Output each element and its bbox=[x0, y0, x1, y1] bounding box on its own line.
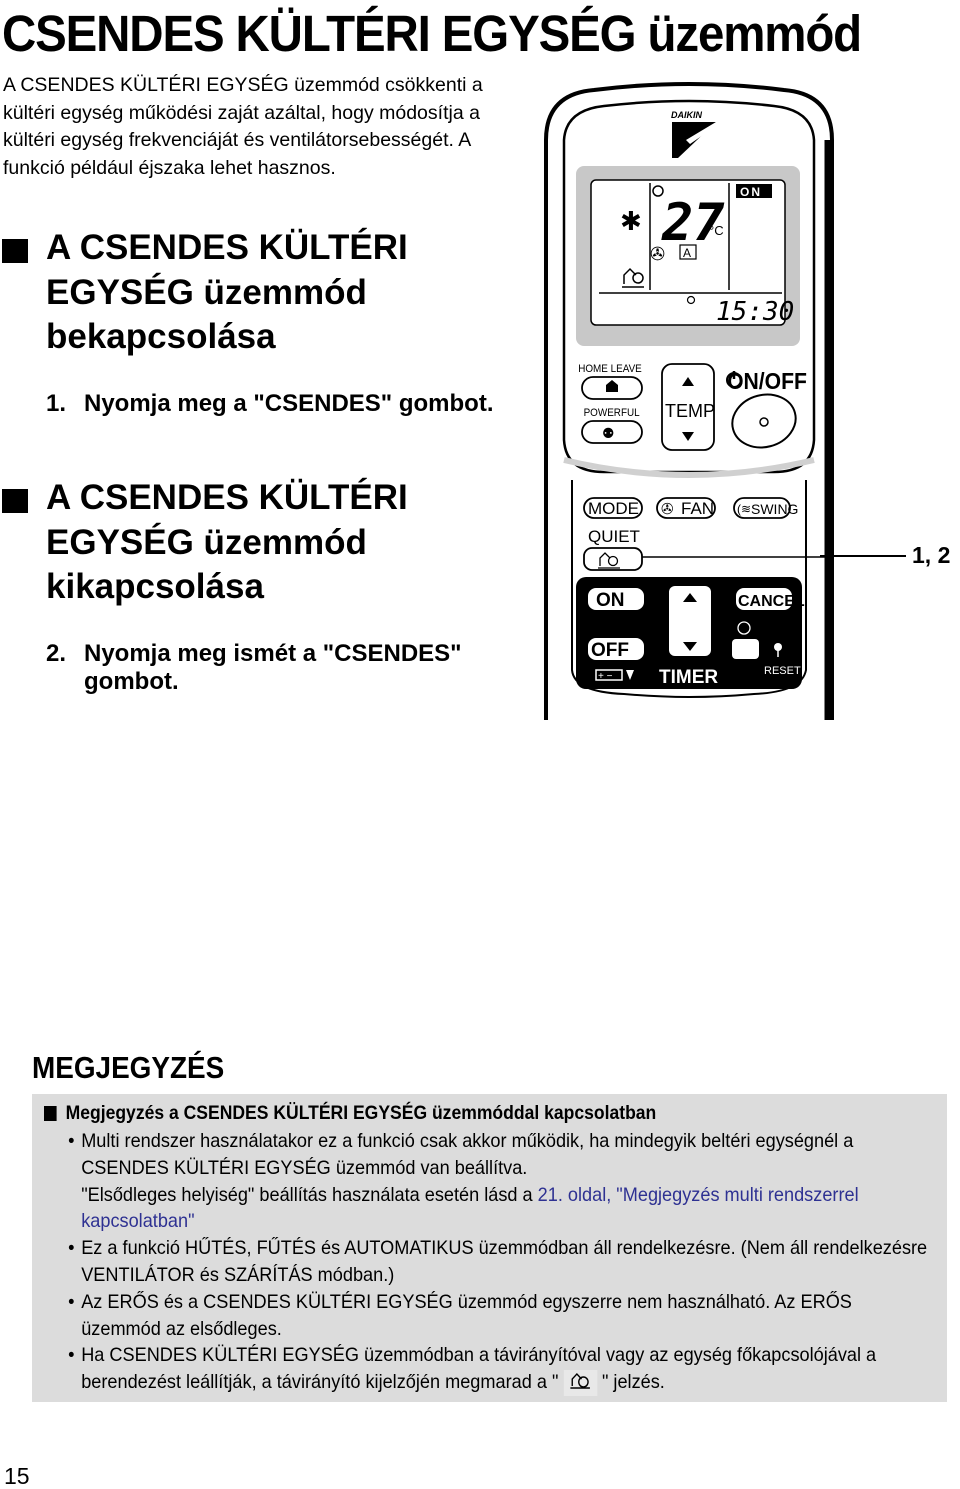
step-text: Nyomja meg a "CSENDES" gombot. bbox=[84, 390, 494, 417]
note-bullet: Ez a funkció HŰTÉS, FŰTÉS és AUTOMATIKUS… bbox=[44, 1235, 931, 1289]
fan-auto-label: A bbox=[683, 246, 691, 260]
temp-label: TEMP bbox=[665, 401, 715, 421]
callout-label: 1, 2 bbox=[912, 542, 951, 568]
cool-mode-icon: ✱ bbox=[620, 207, 642, 237]
square-bullet-icon bbox=[44, 1105, 57, 1121]
svg-text:+ −: + − bbox=[598, 671, 613, 682]
note-bullet: Ha CSENDES KÜLTÉRI EGYSÉG üzemmódban a t… bbox=[44, 1342, 931, 1397]
callout-line bbox=[820, 555, 906, 557]
step-number: 1. bbox=[46, 390, 67, 417]
note-bullet-text: Az ERŐS és a CSENDES KÜLTÉRI EGYSÉG üzem… bbox=[81, 1290, 852, 1340]
cancel-label: CANCEL bbox=[738, 593, 805, 610]
powerful-label: POWERFUL bbox=[584, 408, 640, 420]
remote-control-illustration: DAIKIN ✱ 27 °C ✇ A ON 15:30 HOME LEAVE P… bbox=[544, 82, 834, 720]
section-heading-on: A CSENDES KÜLTÉRI EGYSÉG üzemmód bekapcs… bbox=[0, 226, 520, 360]
note-subtitle: Megjegyzés a CSENDES KÜLTÉRI EGYSÉG üzem… bbox=[44, 1100, 846, 1126]
lcd-time: 15:30 bbox=[716, 297, 794, 327]
reset-label: RESET bbox=[764, 665, 801, 677]
fan-label: FAN bbox=[681, 499, 714, 518]
note-subtitle-text: Megjegyzés a CSENDES KÜLTÉRI EGYSÉG üzem… bbox=[65, 1102, 657, 1124]
note-title: MEGJEGYZÉS bbox=[32, 1050, 225, 1085]
lcd-on-text: ON bbox=[740, 185, 762, 199]
swing-icon: (≋ bbox=[737, 502, 751, 516]
quiet-label: QUIET bbox=[588, 527, 640, 546]
mode-label: MODE bbox=[588, 499, 639, 518]
note-bullet-text: Ez a funkció HŰTÉS, FŰTÉS és AUTOMATIKUS… bbox=[81, 1237, 928, 1286]
note-bullet-text: Multi rendszer használatakor ez a funkci… bbox=[81, 1130, 854, 1179]
step-1: 1. Nyomja meg a "CSENDES" gombot. bbox=[46, 390, 516, 418]
note-bullet-text: "Elsődleges helyiség" beállítás használa… bbox=[81, 1183, 538, 1206]
powerful-icon: ⚉ bbox=[602, 426, 615, 442]
note-bullet-text: " jelzés. bbox=[601, 1371, 665, 1394]
swing-label: SWING bbox=[751, 501, 798, 517]
on-off-label: ON/OFF bbox=[727, 368, 807, 394]
step-2: 2. Nyomja meg ismét a "CSENDES" gombot. bbox=[46, 640, 516, 696]
reset-pin-icon[interactable] bbox=[774, 643, 782, 651]
note-box: Megjegyzés a CSENDES KÜLTÉRI EGYSÉG üzem… bbox=[32, 1094, 947, 1402]
quiet-mode-icon bbox=[563, 1369, 597, 1397]
fan-icon: ✇ bbox=[650, 244, 665, 265]
lcd-temperature-unit: °C bbox=[709, 223, 724, 238]
clock-set-button[interactable] bbox=[732, 639, 759, 659]
page-number: 15 bbox=[4, 1463, 30, 1489]
timer-label: TIMER bbox=[659, 667, 718, 688]
brand-label: DAIKIN bbox=[671, 110, 702, 120]
section-heading-off: A CSENDES KÜLTÉRI EGYSÉG üzemmód kikapcs… bbox=[0, 476, 520, 610]
page-title: CSENDES KÜLTÉRI EGYSÉG üzemmód bbox=[2, 5, 862, 62]
quiet-button[interactable] bbox=[583, 547, 643, 571]
fan-button-icon: ✇ bbox=[661, 500, 674, 518]
home-leave-label: HOME LEAVE bbox=[578, 364, 642, 376]
intro-paragraph: A CSENDES KÜLTÉRI EGYSÉG üzemmód csökken… bbox=[3, 74, 483, 179]
timer-off-label: OFF bbox=[591, 640, 629, 661]
section-heading-text: A CSENDES KÜLTÉRI EGYSÉG üzemmód bekapcs… bbox=[46, 228, 408, 356]
note-bullet-text: Ha CSENDES KÜLTÉRI EGYSÉG üzemmódban a t… bbox=[81, 1344, 877, 1394]
note-bullet: Az ERŐS és a CSENDES KÜLTÉRI EGYSÉG üzem… bbox=[44, 1289, 931, 1343]
step-text: Nyomja meg ismét a "CSENDES" gombot. bbox=[84, 640, 462, 695]
note-bullet: Multi rendszer használatakor ez a funkci… bbox=[44, 1128, 931, 1235]
timer-on-label: ON bbox=[596, 590, 625, 611]
note-bullet-list: Multi rendszer használatakor ez a funkci… bbox=[44, 1128, 935, 1397]
square-bullet-icon bbox=[2, 489, 28, 513]
square-bullet-icon bbox=[2, 239, 28, 263]
section-heading-text: A CSENDES KÜLTÉRI EGYSÉG üzemmód kikapcs… bbox=[46, 478, 408, 606]
step-number: 2. bbox=[46, 640, 67, 667]
